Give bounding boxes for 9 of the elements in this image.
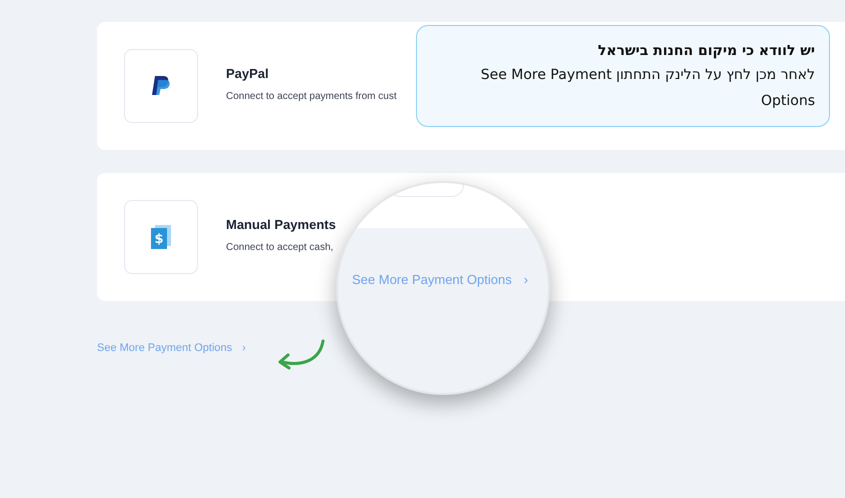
curved-arrow-icon — [276, 339, 326, 371]
provider-description: Connect to accept cash, — [226, 240, 334, 255]
provider-description: Connect to accept payments from cust — [226, 90, 397, 104]
callout-body: לאחר מכן לחץ על הלינק התחתון See More Payment Options — [480, 66, 815, 111]
paypal-logo-icon — [151, 75, 171, 97]
provider-name: PayPal — [226, 65, 270, 84]
see-more-link[interactable]: See More Payment Options › — [97, 340, 246, 356]
callout-title: יש לוודא כי מיקום החנות בישראל — [596, 42, 815, 61]
provider-name: Manual Payments — [226, 216, 336, 234]
